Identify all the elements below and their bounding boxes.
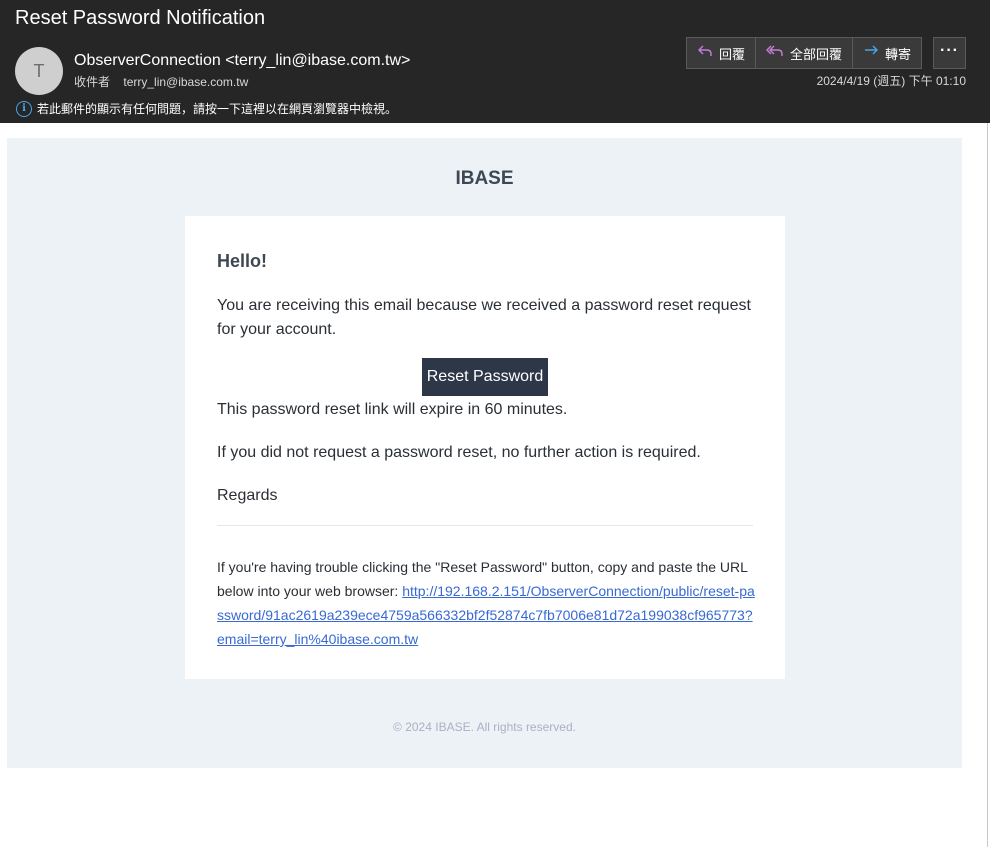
email-subject: Reset Password Notification [15,7,266,29]
reply-all-button[interactable]: 全部回覆 [756,38,854,68]
expiry-text: This password reset link will expire in … [217,401,568,418]
more-icon[interactable]: ··· [933,37,966,69]
message-card: Hello! You are receiving this email beca… [185,216,785,679]
brand-name[interactable]: IBASE [7,168,962,190]
reply-button[interactable]: 回覆 [687,38,757,68]
view-in-browser-text[interactable]: 若此郵件的顯示有任何問題，請按一下這裡以在網頁瀏覽器中檢視。 [37,100,397,117]
reply-all-icon [766,44,784,62]
regards-text: Regards [217,487,278,504]
intro-text: You are receiving this email because we … [217,297,751,338]
reply-label: 回覆 [719,46,746,62]
info-icon: i [16,100,32,117]
forward-button[interactable]: 轉寄 [853,38,921,68]
trouble-text: If you're having trouble clicking the "R… [217,555,757,651]
email-body: IBASE Hello! You are receiving this emai… [7,138,962,768]
forward-icon [863,44,879,62]
view-in-browser-notice[interactable]: i 若此郵件的顯示有任何問題，請按一下這裡以在網頁瀏覽器中檢視。 [16,100,397,117]
email-header: Reset Password Notification T ObserverCo… [0,0,990,123]
copyright-footer: © 2024 IBASE. All rights reserved. [393,720,576,734]
recipient-address[interactable]: terry_lin@ibase.com.tw [123,75,248,89]
reset-password-button[interactable]: Reset Password [422,358,548,396]
recipient-row: 收件者 terry_lin@ibase.com.tw [74,73,248,90]
recipient-label: 收件者 [74,75,111,89]
sender-avatar[interactable]: T [15,47,63,95]
received-datetime: 2024/4/19 (週五) 下午 01:10 [816,74,966,88]
reply-all-label: 全部回覆 [790,46,843,62]
sender-name[interactable]: ObserverConnection <terry_lin@ibase.com.… [74,52,410,70]
no-action-text: If you did not request a password reset,… [217,444,701,461]
greeting: Hello! [217,251,268,271]
forward-label: 轉寄 [885,46,912,62]
pane-divider [987,123,988,847]
divider [217,525,753,526]
message-actions: 回覆 全部回覆 轉寄 [686,37,923,69]
reply-icon [697,44,713,62]
